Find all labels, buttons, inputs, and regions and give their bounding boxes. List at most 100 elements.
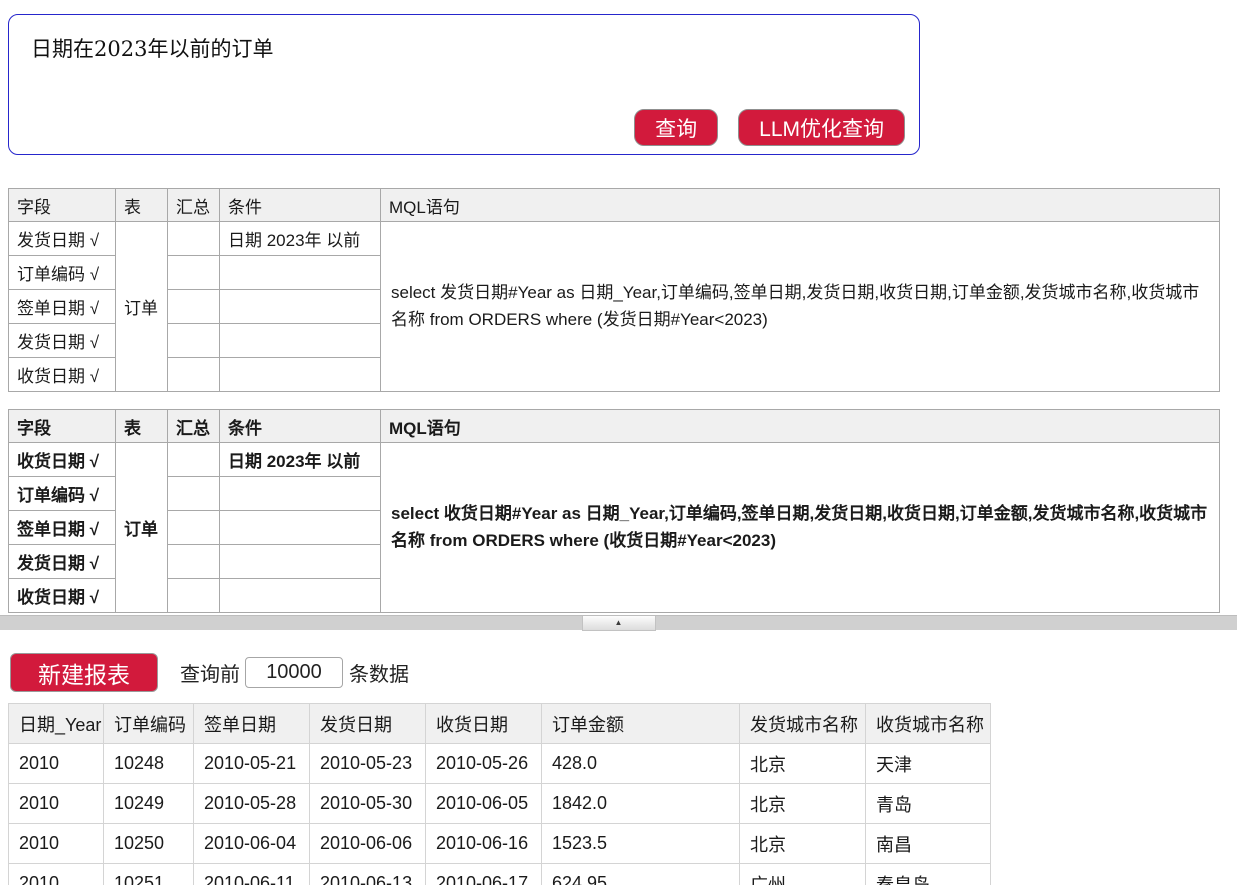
cell: 北京 xyxy=(740,824,866,864)
condition-cell xyxy=(220,290,381,324)
aggregate-cell xyxy=(168,477,220,511)
column-header-receive-city: 收货城市名称 xyxy=(866,704,991,744)
aggregate-cell xyxy=(168,324,220,358)
column-header-date-year: 日期_Year xyxy=(9,704,104,744)
field-cell: 发货日期 √ xyxy=(9,324,116,358)
header-mql: MQL语句 xyxy=(381,410,1220,443)
limit-prefix-label: 查询前 xyxy=(180,658,240,687)
table-row: 2010 10248 2010-05-21 2010-05-23 2010-05… xyxy=(9,744,991,784)
cell: 2010-06-13 xyxy=(310,864,426,885)
column-header-sign-date: 签单日期 xyxy=(194,704,310,744)
table-name-cell: 订单 xyxy=(116,443,168,613)
column-header-ship-city: 发货城市名称 xyxy=(740,704,866,744)
cell: 2010-05-23 xyxy=(310,744,426,784)
header-table: 表 xyxy=(116,410,168,443)
field-cell: 收货日期 √ xyxy=(9,579,116,613)
cell: 秦皇岛 xyxy=(866,864,991,885)
condition-cell xyxy=(220,477,381,511)
header-aggregate: 汇总 xyxy=(168,410,220,443)
header-condition: 条件 xyxy=(220,189,381,222)
field-cell: 签单日期 √ xyxy=(9,290,116,324)
mql-statement: select 收货日期#Year as 日期_Year,订单编码,签单日期,发货… xyxy=(381,443,1220,613)
condition-cell xyxy=(220,511,381,545)
cell: 2010-05-28 xyxy=(194,784,310,824)
cell: 428.0 xyxy=(542,744,740,784)
cell: 2010-06-05 xyxy=(426,784,542,824)
table-row: 发货日期 √ 订单 日期 2023年 以前 select 发货日期#Year a… xyxy=(9,222,1220,256)
new-report-button[interactable]: 新建报表 xyxy=(10,653,158,692)
condition-cell xyxy=(220,358,381,392)
condition-cell: 日期 2023年 以前 xyxy=(220,222,381,256)
meta-table-1-header-row: 字段 表 汇总 条件 MQL语句 xyxy=(9,189,1220,222)
cell: 2010 xyxy=(9,864,104,885)
field-cell: 发货日期 √ xyxy=(9,545,116,579)
table-name-cell: 订单 xyxy=(116,222,168,392)
cell: 2010 xyxy=(9,744,104,784)
collapse-panel-button[interactable]: ▲ xyxy=(582,616,656,631)
field-cell: 订单编码 √ xyxy=(9,477,116,511)
cell: 北京 xyxy=(740,784,866,824)
page: 日期在2023年以前的订单 查询 LLM优化查询 字段 表 汇总 条件 MQL语… xyxy=(0,0,1237,885)
cell: 2010-05-26 xyxy=(426,744,542,784)
meta-table-1: 字段 表 汇总 条件 MQL语句 发货日期 √ 订单 日期 2023年 以前 s… xyxy=(8,188,1220,392)
cell: 2010 xyxy=(9,824,104,864)
cell: 2010-06-11 xyxy=(194,864,310,885)
header-mql: MQL语句 xyxy=(381,189,1220,222)
column-header-order-code: 订单编码 xyxy=(104,704,194,744)
cell: 青岛 xyxy=(866,784,991,824)
panel-divider: ▲ xyxy=(0,615,1237,630)
query-panel-buttons: 查询 LLM优化查询 xyxy=(634,109,905,146)
condition-cell xyxy=(220,579,381,613)
column-header-order-amount: 订单金额 xyxy=(542,704,740,744)
table-row: 2010 10250 2010-06-04 2010-06-06 2010-06… xyxy=(9,824,991,864)
query-input[interactable]: 日期在2023年以前的订单 xyxy=(31,33,891,119)
cell: 624.95 xyxy=(542,864,740,885)
cell: 广州 xyxy=(740,864,866,885)
field-cell: 发货日期 √ xyxy=(9,222,116,256)
cell: 2010-05-21 xyxy=(194,744,310,784)
column-header-ship-date: 发货日期 xyxy=(310,704,426,744)
header-aggregate: 汇总 xyxy=(168,189,220,222)
llm-optimize-query-button[interactable]: LLM优化查询 xyxy=(738,109,905,146)
meta-table-2: 字段 表 汇总 条件 MQL语句 收货日期 √ 订单 日期 2023年 以前 s… xyxy=(8,409,1220,613)
field-cell: 收货日期 √ xyxy=(9,358,116,392)
aggregate-cell xyxy=(168,545,220,579)
aggregate-cell xyxy=(168,511,220,545)
cell: 天津 xyxy=(866,744,991,784)
results-toolbar: 新建报表 查询前 条数据 xyxy=(10,653,1237,692)
cell: 南昌 xyxy=(866,824,991,864)
cell: 2010 xyxy=(9,784,104,824)
meta-table-2-header-row: 字段 表 汇总 条件 MQL语句 xyxy=(9,410,1220,443)
cell: 10249 xyxy=(104,784,194,824)
aggregate-cell xyxy=(168,290,220,324)
aggregate-cell xyxy=(168,443,220,477)
table-row: 2010 10249 2010-05-28 2010-05-30 2010-06… xyxy=(9,784,991,824)
cell: 北京 xyxy=(740,744,866,784)
limit-input[interactable] xyxy=(245,657,343,688)
limit-suffix-label: 条数据 xyxy=(349,658,409,687)
condition-cell xyxy=(220,545,381,579)
results-header-row: 日期_Year 订单编码 签单日期 发货日期 收货日期 订单金额 发货城市名称 … xyxy=(9,704,991,744)
header-field: 字段 xyxy=(9,189,116,222)
collapse-up-icon: ▲ xyxy=(615,618,623,627)
condition-cell: 日期 2023年 以前 xyxy=(220,443,381,477)
table-row: 2010 10251 2010-06-11 2010-06-13 2010-06… xyxy=(9,864,991,885)
aggregate-cell xyxy=(168,256,220,290)
header-condition: 条件 xyxy=(220,410,381,443)
mql-statement: select 发货日期#Year as 日期_Year,订单编码,签单日期,发货… xyxy=(381,222,1220,392)
cell: 2010-06-16 xyxy=(426,824,542,864)
cell: 1523.5 xyxy=(542,824,740,864)
cell: 2010-05-30 xyxy=(310,784,426,824)
cell: 2010-06-06 xyxy=(310,824,426,864)
aggregate-cell xyxy=(168,579,220,613)
cell: 1842.0 xyxy=(542,784,740,824)
aggregate-cell xyxy=(168,222,220,256)
cell: 2010-06-04 xyxy=(194,824,310,864)
condition-cell xyxy=(220,256,381,290)
cell: 10250 xyxy=(104,824,194,864)
cell: 10251 xyxy=(104,864,194,885)
cell: 2010-06-17 xyxy=(426,864,542,885)
aggregate-cell xyxy=(168,358,220,392)
condition-cell xyxy=(220,324,381,358)
query-button[interactable]: 查询 xyxy=(634,109,718,146)
